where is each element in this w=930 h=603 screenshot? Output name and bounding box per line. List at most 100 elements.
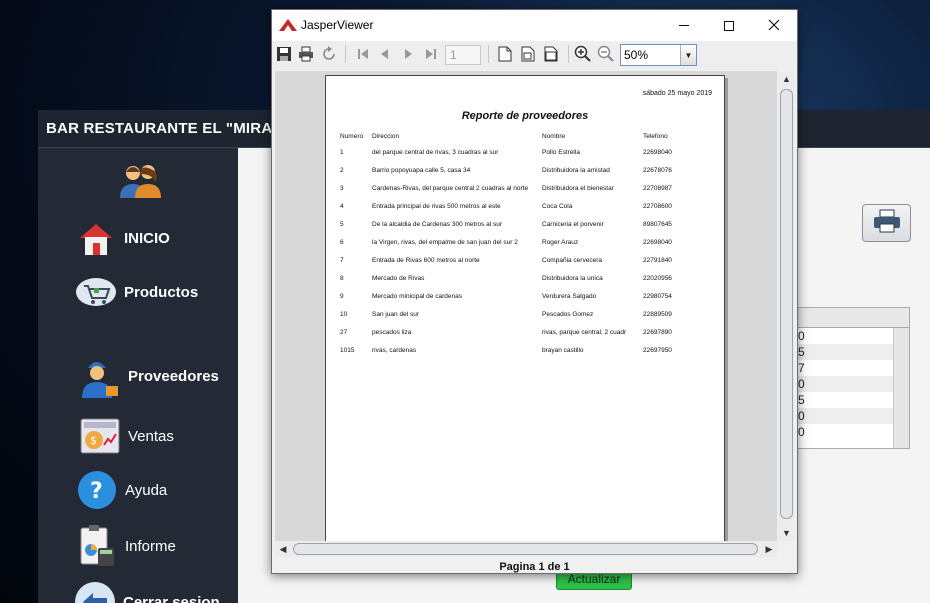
next-page-icon bbox=[405, 49, 412, 59]
print-report-button[interactable] bbox=[296, 44, 316, 64]
column-header-telefono: Telefono bbox=[643, 133, 668, 140]
first-page-button[interactable] bbox=[353, 44, 373, 64]
nav-inicio[interactable]: INICIO bbox=[74, 216, 170, 260]
product-cart-icon bbox=[74, 270, 118, 314]
logout-arrow-icon bbox=[73, 580, 117, 603]
supplier-worker-icon bbox=[78, 354, 122, 398]
report-cell: la Virgen, rivas, del empalme de san jua… bbox=[372, 239, 518, 246]
nav-informe[interactable]: Informe bbox=[75, 524, 176, 568]
column-header-nombre: Nombre bbox=[542, 133, 566, 140]
last-page-button[interactable] bbox=[421, 44, 441, 64]
sales-calculator-icon: $ bbox=[78, 414, 122, 458]
svg-text:$: $ bbox=[90, 434, 97, 447]
actual-size-button[interactable] bbox=[495, 44, 515, 64]
print-icon bbox=[299, 46, 313, 62]
save-icon bbox=[277, 47, 291, 61]
report-cell: 6 bbox=[340, 239, 344, 246]
house-icon bbox=[74, 216, 118, 260]
report-cell: del parque central de rivas, 3 cuadras a… bbox=[372, 149, 499, 156]
fit-page-icon bbox=[521, 46, 535, 62]
report-cell: 22791840 bbox=[643, 257, 672, 264]
report-cell: Distribuidora la unica bbox=[542, 275, 603, 282]
jasperviewer-window: JasperViewer 1 50% ▼ sábado 25 mayo 2019… bbox=[271, 9, 798, 574]
report-cell: Verdurera Salgado bbox=[542, 293, 597, 300]
zoom-out-button[interactable] bbox=[596, 44, 616, 64]
report-cell: 2 bbox=[340, 167, 344, 174]
nav-productos[interactable]: Productos bbox=[74, 270, 198, 314]
page-status: Pagina 1 de 1 bbox=[499, 561, 570, 573]
scroll-up-icon[interactable]: ▲ bbox=[778, 71, 795, 87]
viewer-toolbar: 1 50% ▼ bbox=[272, 41, 797, 69]
fit-page-button[interactable] bbox=[518, 44, 538, 64]
minimize-button[interactable] bbox=[661, 10, 706, 41]
report-cell: Roger Arauz bbox=[542, 239, 579, 246]
column-header-numero: Numero bbox=[340, 133, 364, 140]
nav-ayuda-label: Ayuda bbox=[125, 481, 168, 499]
report-cell: 89807645 bbox=[643, 221, 672, 228]
maximize-button[interactable] bbox=[706, 10, 751, 41]
print-button[interactable] bbox=[862, 204, 911, 242]
report-cell: San juan del sur bbox=[372, 311, 419, 318]
report-cell: 22980754 bbox=[643, 293, 672, 300]
report-cell: Mercado de Rivas bbox=[372, 275, 425, 282]
report-cell: Distribuidora la amistad bbox=[542, 167, 610, 174]
nav-proveedores[interactable]: Proveedores bbox=[78, 354, 219, 398]
previous-page-button[interactable] bbox=[375, 44, 395, 64]
first-page-icon bbox=[358, 49, 368, 59]
vertical-scrollbar[interactable]: ▲ ▼ bbox=[778, 71, 795, 541]
zoom-in-icon bbox=[574, 45, 591, 62]
fit-width-button[interactable] bbox=[541, 44, 561, 64]
last-page-icon bbox=[426, 49, 436, 59]
chevron-down-icon[interactable]: ▼ bbox=[680, 45, 696, 65]
report-cell: Pescados Gomez bbox=[542, 311, 594, 318]
close-button[interactable] bbox=[751, 10, 796, 41]
report-page: sábado 25 mayo 2019 Reporte de proveedor… bbox=[325, 75, 725, 541]
app-title: BAR RESTAURANTE EL "MIRADO bbox=[46, 120, 296, 137]
report-cell: 1015 bbox=[340, 347, 355, 354]
report-clipboard-icon bbox=[75, 524, 119, 568]
report-cell: 22697950 bbox=[643, 347, 672, 354]
report-cell: rivas, parque central, 2 cuadr bbox=[542, 329, 627, 336]
report-cell: 22708600 bbox=[643, 203, 672, 210]
suppliers-table-partial[interactable]: 0 5 7 0 5 0 0 bbox=[797, 307, 910, 449]
nav-ayuda[interactable]: ? Ayuda bbox=[75, 468, 167, 512]
report-cell: Barrio popoyuapa calle 5, casa 34 bbox=[372, 167, 471, 174]
table-scrollbar[interactable] bbox=[893, 328, 909, 448]
nav-ventas-label: Ventas bbox=[128, 427, 174, 445]
toolbar-separator bbox=[568, 45, 569, 63]
scroll-thumb[interactable] bbox=[780, 89, 793, 519]
nav-ventas[interactable]: $ Ventas bbox=[78, 414, 174, 458]
horizontal-scrollbar[interactable]: ◀ ▶ bbox=[275, 541, 777, 557]
minimize-icon bbox=[678, 25, 689, 26]
scroll-down-icon[interactable]: ▼ bbox=[778, 525, 795, 541]
zoom-select[interactable]: 50% ▼ bbox=[620, 44, 697, 66]
report-cell: Coca Cola bbox=[542, 203, 573, 210]
report-cell: Entrada principal de rivas 500 metros al… bbox=[372, 203, 501, 210]
save-button[interactable] bbox=[274, 44, 294, 64]
toolbar-separator bbox=[488, 45, 489, 63]
scroll-thumb-horizontal[interactable] bbox=[293, 543, 758, 555]
fit-width-icon bbox=[544, 46, 558, 62]
next-page-button[interactable] bbox=[398, 44, 418, 64]
nav-cerrar-sesion[interactable]: Cerrar sesion bbox=[73, 580, 220, 603]
report-cell: 4 bbox=[340, 203, 344, 210]
report-viewport[interactable]: sábado 25 mayo 2019 Reporte de proveedor… bbox=[275, 71, 777, 541]
page-number-input[interactable]: 1 bbox=[445, 45, 481, 65]
report-cell: 10 bbox=[340, 311, 348, 318]
report-cell: Mercado minicipal de cardenas bbox=[372, 293, 462, 300]
report-cell: Carniceria el porvenir bbox=[542, 221, 604, 228]
report-cell: 22698040 bbox=[643, 239, 672, 246]
report-cell: 1 bbox=[340, 149, 344, 156]
report-cell: 9 bbox=[340, 293, 344, 300]
report-cell: 27 bbox=[340, 329, 348, 336]
report-cell: 22020956 bbox=[643, 275, 672, 282]
nav-productos-label: Productos bbox=[124, 283, 199, 301]
nav-proveedores-label: Proveedores bbox=[128, 367, 219, 385]
scroll-left-icon[interactable]: ◀ bbox=[275, 541, 291, 557]
report-cell: 22889509 bbox=[643, 311, 672, 318]
zoom-in-button[interactable] bbox=[573, 44, 593, 64]
nav-cerrar-sesion-label: Cerrar sesion bbox=[123, 593, 220, 603]
report-cell: 22697890 bbox=[643, 329, 672, 336]
scroll-right-icon[interactable]: ▶ bbox=[761, 541, 777, 557]
reload-button[interactable] bbox=[319, 44, 339, 64]
